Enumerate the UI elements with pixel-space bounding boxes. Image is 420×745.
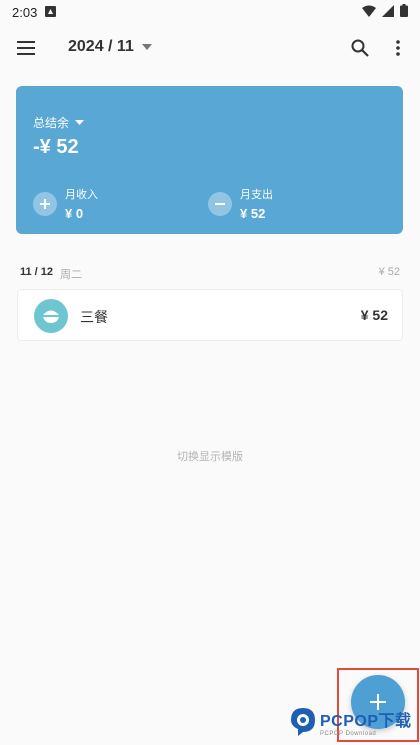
meal-category-icon: [34, 299, 68, 333]
battery-icon: [400, 4, 408, 20]
add-income-icon: [33, 191, 57, 216]
status-bar: 2:03: [0, 0, 420, 24]
balance-value: -¥ 52: [33, 136, 79, 158]
day-weekday: 周二: [60, 269, 82, 281]
watermark-text: PCPOP下载: [320, 713, 412, 730]
expense-label: 月支出: [240, 189, 273, 201]
watermark: PCPOP下载 PCPOP Download: [290, 705, 412, 739]
more-options-button[interactable]: [390, 36, 406, 60]
switch-template-hint[interactable]: 切换显示模版: [0, 448, 420, 464]
monthly-expense[interactable]: 月支出 ¥ 52: [208, 186, 273, 221]
status-time: 2:03: [12, 4, 38, 20]
day-date: 11 / 12: [20, 266, 54, 278]
transaction-row[interactable]: 三餐 ¥ 52: [17, 289, 403, 341]
wifi-icon: [362, 5, 376, 20]
month-selector[interactable]: 2024 / 11: [68, 38, 152, 56]
watermark-subtext: PCPOP Download: [320, 731, 377, 737]
expense-value: ¥ 52: [240, 206, 266, 221]
more-vert-icon: [396, 40, 400, 56]
transaction-amount: ¥ 52: [360, 307, 388, 323]
balance-label: 总结余: [33, 116, 70, 130]
income-value: ¥ 0: [65, 206, 84, 221]
search-icon: [351, 39, 369, 57]
balance-card: 总结余 -¥ 52 月收入 ¥ 0 月支出 ¥ 52: [16, 86, 403, 234]
transaction-category: 三餐: [80, 309, 108, 325]
balance-type-selector[interactable]: 总结余: [33, 114, 85, 131]
search-button[interactable]: [348, 36, 372, 60]
minus-expense-icon: [208, 191, 232, 216]
monthly-income[interactable]: 月收入 ¥ 0: [33, 186, 98, 221]
dropdown-arrow-icon: [141, 44, 152, 50]
dropdown-arrow-icon: [75, 120, 85, 125]
pcpop-logo-icon: [291, 708, 315, 736]
month-label: 2024 / 11: [68, 38, 134, 55]
notification-icon: [45, 5, 57, 20]
income-label: 月收入: [65, 189, 98, 201]
day-total: ¥ 52: [378, 266, 400, 278]
app-bar: 2024 / 11: [0, 28, 420, 68]
menu-button[interactable]: [14, 36, 38, 60]
signal-icon: [382, 4, 394, 20]
day-group-header: 11 / 12 周二 ¥ 52: [20, 266, 400, 282]
hamburger-icon: [17, 41, 35, 55]
